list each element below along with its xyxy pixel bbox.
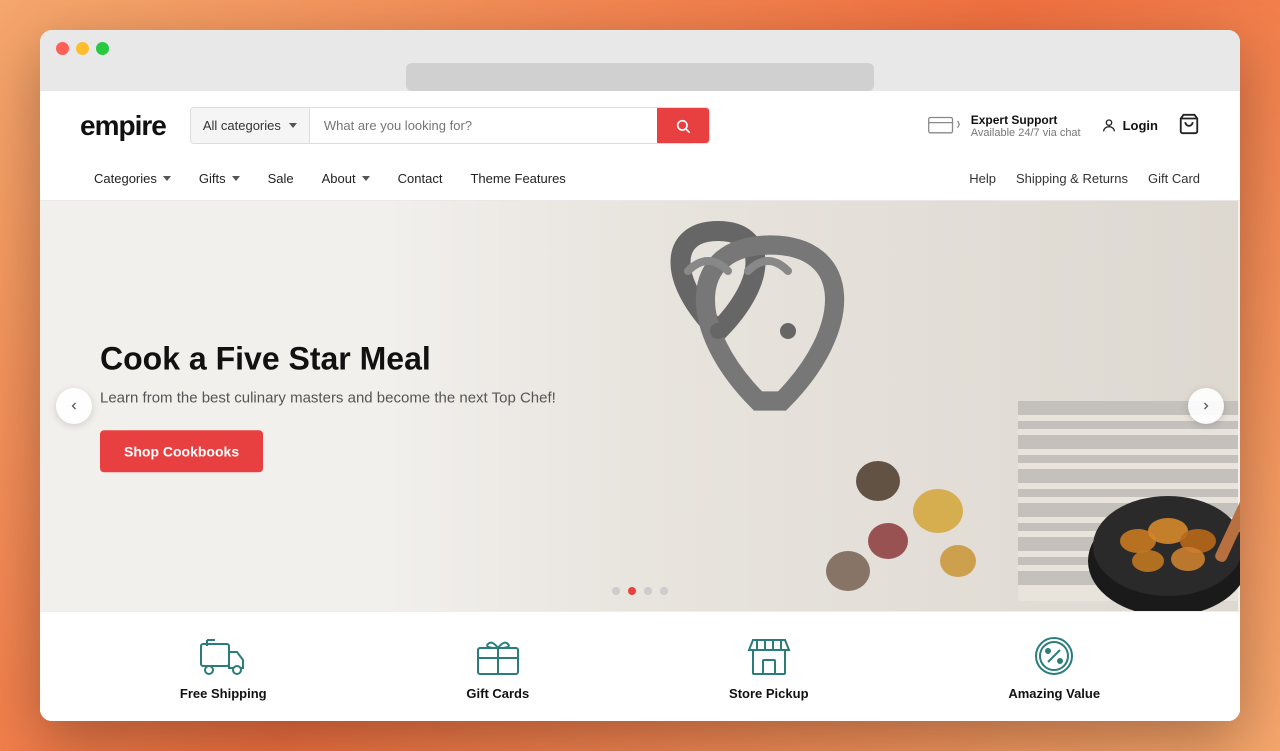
nav-item-about[interactable]: About bbox=[308, 159, 384, 198]
slider-dot-2[interactable] bbox=[628, 587, 636, 595]
search-icon bbox=[675, 118, 691, 134]
site-header: empire All categories bbox=[40, 91, 1240, 201]
category-dropdown[interactable]: All categories bbox=[191, 108, 310, 143]
nav-link-gift-card[interactable]: Gift Card bbox=[1148, 171, 1200, 186]
search-button[interactable] bbox=[657, 108, 709, 143]
hero-content: Cook a Five Star Meal Learn from the bes… bbox=[100, 339, 556, 472]
nav-link-shipping[interactable]: Shipping & Returns bbox=[1016, 171, 1128, 186]
main-nav: Categories Gifts Sale About bbox=[80, 156, 1200, 200]
maximize-button[interactable] bbox=[96, 42, 109, 55]
nav-item-categories[interactable]: Categories bbox=[80, 159, 185, 198]
hero-section: Cook a Five Star Meal Learn from the bes… bbox=[40, 201, 1240, 611]
cart-icon bbox=[1178, 113, 1200, 135]
support-icon bbox=[927, 112, 961, 140]
slider-dot-3[interactable] bbox=[644, 587, 652, 595]
percent-icon bbox=[1030, 636, 1078, 676]
support-block: Expert Support Available 24/7 via chat bbox=[927, 112, 1081, 140]
gift-card-icon bbox=[474, 636, 522, 676]
slider-dots bbox=[612, 587, 668, 595]
support-subtitle: Available 24/7 via chat bbox=[971, 127, 1081, 139]
feature-gift-cards-label: Gift Cards bbox=[466, 686, 529, 701]
chevron-right-icon bbox=[1200, 400, 1212, 412]
category-label: All categories bbox=[203, 118, 281, 133]
feature-amazing-value-label: Amazing Value bbox=[1008, 686, 1100, 701]
truck-icon bbox=[199, 636, 247, 676]
header-top: empire All categories bbox=[80, 91, 1200, 156]
chevron-left-icon bbox=[68, 400, 80, 412]
user-icon bbox=[1101, 118, 1117, 134]
nav-item-sale[interactable]: Sale bbox=[254, 159, 308, 198]
feature-store-pickup: Store Pickup bbox=[729, 636, 808, 701]
store-icon bbox=[745, 636, 793, 676]
chevron-down-icon bbox=[163, 176, 171, 181]
search-bar: All categories bbox=[190, 107, 710, 144]
browser-window: empire All categories bbox=[40, 30, 1240, 721]
url-bar[interactable] bbox=[406, 63, 873, 91]
nav-item-theme-features[interactable]: Theme Features bbox=[456, 159, 579, 198]
support-text: Expert Support Available 24/7 via chat bbox=[971, 113, 1081, 139]
slider-next-button[interactable] bbox=[1188, 388, 1224, 424]
nav-left: Categories Gifts Sale About bbox=[80, 159, 580, 198]
hero-subtitle: Learn from the best culinary masters and… bbox=[100, 390, 556, 407]
nav-link-help[interactable]: Help bbox=[969, 171, 996, 186]
site-logo[interactable]: empire bbox=[80, 110, 166, 142]
search-input[interactable] bbox=[310, 108, 657, 143]
chevron-down-icon bbox=[362, 176, 370, 181]
nav-item-gifts[interactable]: Gifts bbox=[185, 159, 254, 198]
cart-button[interactable] bbox=[1178, 113, 1200, 138]
support-title: Expert Support bbox=[971, 113, 1081, 127]
feature-free-shipping-label: Free Shipping bbox=[180, 686, 267, 701]
hero-cta-button[interactable]: Shop Cookbooks bbox=[100, 431, 263, 473]
header-actions: Expert Support Available 24/7 via chat L… bbox=[927, 112, 1200, 140]
chevron-down-icon bbox=[289, 123, 297, 128]
feature-amazing-value: Amazing Value bbox=[1008, 636, 1100, 701]
close-button[interactable] bbox=[56, 42, 69, 55]
hero-title: Cook a Five Star Meal bbox=[100, 339, 556, 377]
browser-chrome bbox=[40, 30, 1240, 91]
nav-right: Help Shipping & Returns Gift Card bbox=[969, 171, 1200, 186]
traffic-lights bbox=[56, 42, 1224, 55]
slider-dot-4[interactable] bbox=[660, 587, 668, 595]
login-button[interactable]: Login bbox=[1101, 118, 1158, 134]
feature-free-shipping: Free Shipping bbox=[180, 636, 267, 701]
slider-dot-1[interactable] bbox=[612, 587, 620, 595]
login-label: Login bbox=[1123, 118, 1158, 133]
slider-prev-button[interactable] bbox=[56, 388, 92, 424]
minimize-button[interactable] bbox=[76, 42, 89, 55]
feature-store-pickup-label: Store Pickup bbox=[729, 686, 808, 701]
nav-item-contact[interactable]: Contact bbox=[384, 159, 457, 198]
feature-gift-cards: Gift Cards bbox=[466, 636, 529, 701]
site-content: empire All categories bbox=[40, 91, 1240, 721]
chevron-down-icon bbox=[232, 176, 240, 181]
features-bar: Free Shipping Gift Cards bbox=[40, 611, 1240, 721]
